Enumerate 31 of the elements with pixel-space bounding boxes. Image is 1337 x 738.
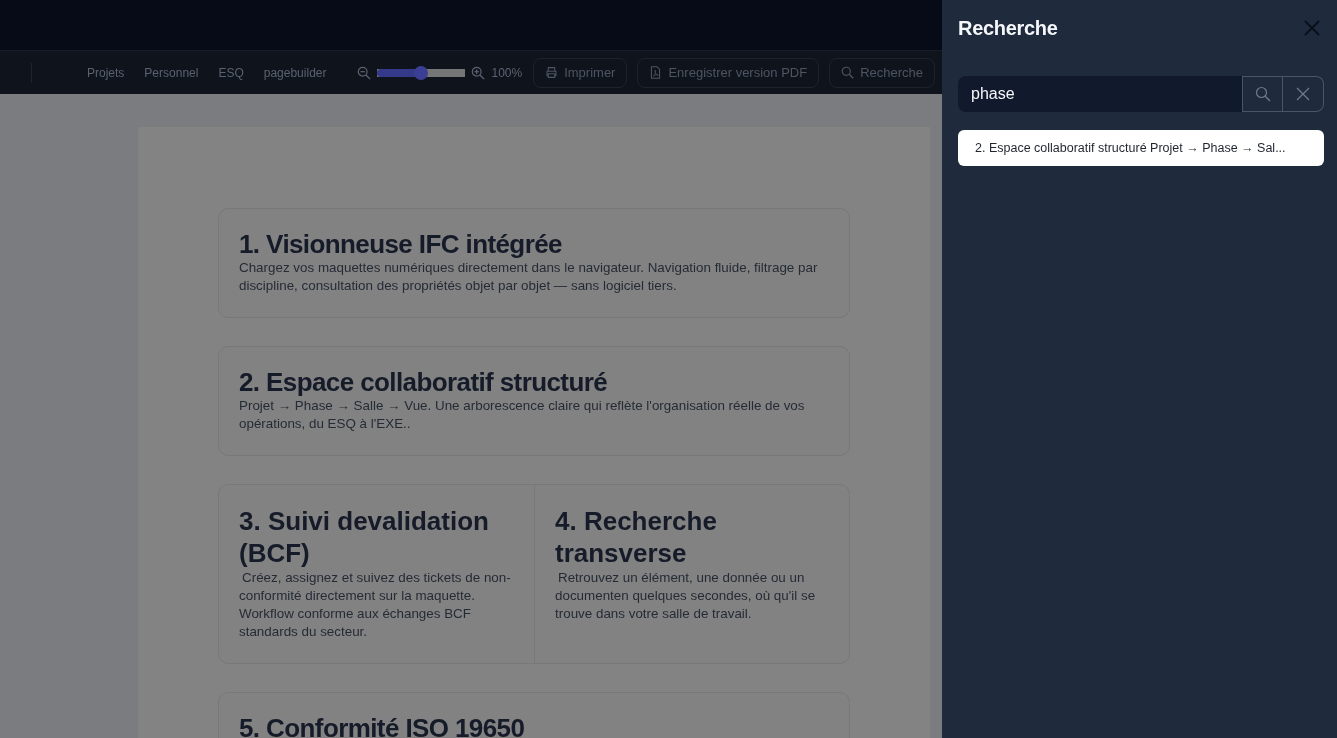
pdf-file-icon — [649, 66, 663, 79]
feature-description: Chargez vos maquettes numériques directement dans le navigateur. Navigation fluide, filtrage par discipline, consultation des propriétés objet par objet — sans logiciel tiers. — [239, 259, 819, 295]
zoom-in-icon[interactable] — [471, 65, 486, 80]
close-icon — [1295, 86, 1311, 102]
zoom-out-icon[interactable] — [357, 65, 372, 80]
zoom-percentage: 100% — [491, 65, 523, 80]
feature-description: Retrouvez un élément, une donnée ou un documenten quelques secondes, où qu'il se trouve dans votre salle de travail. — [555, 569, 817, 623]
search-submit-button[interactable] — [1242, 76, 1283, 112]
nav-link[interactable]: ESQ — [218, 65, 244, 80]
save-pdf-button[interactable]: Enregistrer version PDF — [637, 57, 820, 88]
search-icon — [841, 66, 855, 79]
feature-title: 1. Visionneuse IFC intégrée — [239, 229, 563, 259]
nav-link[interactable]: Projets — [87, 65, 125, 80]
print-button[interactable]: Imprimer — [533, 57, 628, 88]
feature-title: 5. Conformité ISO 19650 — [239, 713, 526, 738]
search-icon — [1254, 86, 1271, 102]
search-button[interactable]: Recherche — [829, 57, 936, 88]
nav-link[interactable]: Personnel — [144, 65, 199, 80]
printer-icon — [545, 66, 559, 79]
slider-thumb[interactable] — [414, 65, 429, 80]
feature-title: 2. Espace collaboratif structuré — [239, 367, 609, 397]
feature-description: Projet → Phase → Salle → Vue. Une arborescence claire qui reflète l'organisation réelle de vos opérations, du ESQ à l'EXE.. — [239, 397, 806, 433]
search-field[interactable]: phase — [958, 76, 1242, 112]
nav-link[interactable]: pagebuilder — [263, 65, 327, 80]
search-result[interactable]: 2. Espace collaboratif structuré Projet → Phase → Sal... — [958, 130, 1324, 166]
zoom-slider[interactable] — [377, 65, 466, 80]
feature-title: 3. Suivi devalidation (BCF) — [239, 505, 490, 569]
panel-title: Recherche — [958, 16, 1058, 40]
feature-title: 4. Recherche transverse — [555, 505, 718, 569]
clear-button[interactable] — [1283, 76, 1324, 112]
feature-description: Créez, assignez et suivez des tickets de non-conformité directement sur la maquette. Workflow conforme aux échanges BCF standards du secteur. — [239, 569, 512, 641]
